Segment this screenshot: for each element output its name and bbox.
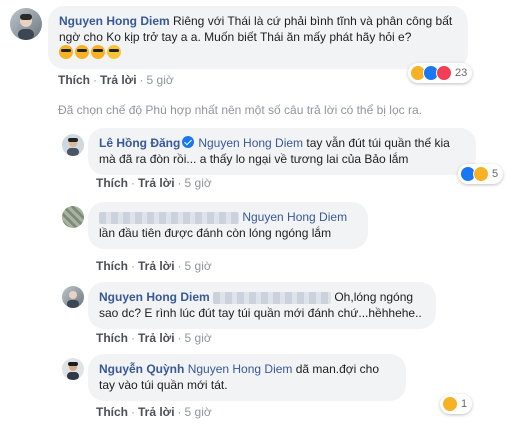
reaction-summary[interactable]: 1 (440, 394, 473, 414)
like-link[interactable]: Thích (58, 73, 90, 87)
like-link[interactable]: Thích (96, 331, 128, 345)
comment-5: Nguyễn Quỳnh Nguyen Hong Diem dã man.đợi… (0, 348, 509, 425)
mention-link[interactable]: Nguyen Hong Diem (242, 210, 347, 224)
timestamp[interactable]: 5 giờ (147, 73, 174, 87)
avatar[interactable] (62, 286, 84, 308)
comment-bubble: Nguyen Hong Diem Oh,lóng ngóng sao dc? E… (88, 282, 436, 329)
comment-actions: Thích · Trả lời · 5 giờ (96, 331, 212, 345)
comment-actions: Thích · Trả lời · 5 giờ (58, 73, 174, 87)
reply-link[interactable]: Trả lời (100, 73, 137, 87)
like-link[interactable]: Thích (96, 405, 128, 419)
avatar[interactable] (62, 358, 84, 380)
comment-author[interactable]: Nguyen Hong Diem (99, 290, 210, 304)
comment-bubble: Lê Hồng Đăng Nguyen Hong Diem tay vẫn đút… (88, 128, 476, 175)
redacted-name (213, 291, 332, 304)
like-link[interactable]: Thích (96, 176, 128, 190)
reaction-count: 1 (461, 398, 468, 410)
avatar[interactable] (62, 206, 84, 228)
comment-actions: Thích · Trả lời · 5 giờ (96, 259, 212, 273)
reaction-summary[interactable]: 5 (458, 164, 504, 184)
sunglasses-emoji-icon (91, 45, 105, 59)
comment-1: Nguyen Hong Diem Riêng với Thái là cứ ph… (0, 0, 509, 90)
timestamp[interactable]: 5 giờ (185, 331, 212, 345)
sunglasses-emoji-icon (59, 45, 73, 59)
reply-link[interactable]: Trả lời (138, 405, 175, 419)
mention-link[interactable]: Nguyen Hong Diem (198, 136, 303, 150)
comment-author[interactable]: Lê Hồng Đăng (99, 136, 180, 150)
comment-bubble: Nguyen Hong Diem Riêng với Thái là cứ ph… (48, 6, 468, 69)
avatar[interactable] (10, 8, 42, 40)
like-link[interactable]: Thích (96, 259, 128, 273)
reply-link[interactable]: Trả lời (138, 176, 175, 190)
timestamp[interactable]: 5 giờ (185, 405, 212, 419)
haha-reaction-icon (473, 166, 489, 182)
verified-badge-icon (182, 136, 195, 148)
reaction-count: 23 (455, 67, 468, 79)
sunglasses-emoji-icon (75, 45, 89, 59)
comment-text: lần đầu tiên được đánh còn lóng ngóng lắ… (99, 226, 332, 240)
comment-4: Nguyen Hong Diem Oh,lóng ngóng sao dc? E… (0, 276, 509, 348)
comment-actions: Thích · Trả lời · 5 giờ (96, 176, 212, 190)
comment-actions: Thích · Trả lời · 5 giờ (96, 405, 212, 419)
comment-bubble: Nguyen Hong Diem lần đầu tiên được đánh … (88, 202, 368, 249)
laughing-emoji-icon (107, 45, 121, 59)
redacted-name (99, 211, 239, 224)
timestamp[interactable]: 5 giờ (185, 259, 212, 273)
haha-reaction-icon (442, 396, 458, 412)
filter-note: Đã chọn chế độ Phù hợp nhất nên một số c… (58, 103, 422, 117)
comment-author[interactable]: Nguyễn Quỳnh (99, 362, 184, 376)
reply-link[interactable]: Trả lời (138, 259, 175, 273)
comment-3: Nguyen Hong Diem lần đầu tiên được đánh … (0, 196, 509, 276)
comment-2: Lê Hồng Đăng Nguyen Hong Diem tay vẫn đút… (0, 120, 509, 190)
timestamp[interactable]: 5 giờ (185, 176, 212, 190)
comment-author[interactable]: Nguyen Hong Diem (59, 14, 170, 28)
love-reaction-icon (436, 65, 452, 81)
comment-bubble: Nguyễn Quỳnh Nguyen Hong Diem dã man.đợi… (88, 354, 406, 401)
reply-link[interactable]: Trả lời (138, 331, 175, 345)
reaction-count: 5 (492, 168, 499, 180)
avatar[interactable] (62, 134, 84, 156)
mention-link[interactable]: Nguyen Hong Diem (188, 362, 293, 376)
reaction-summary[interactable]: 23 (408, 63, 473, 83)
